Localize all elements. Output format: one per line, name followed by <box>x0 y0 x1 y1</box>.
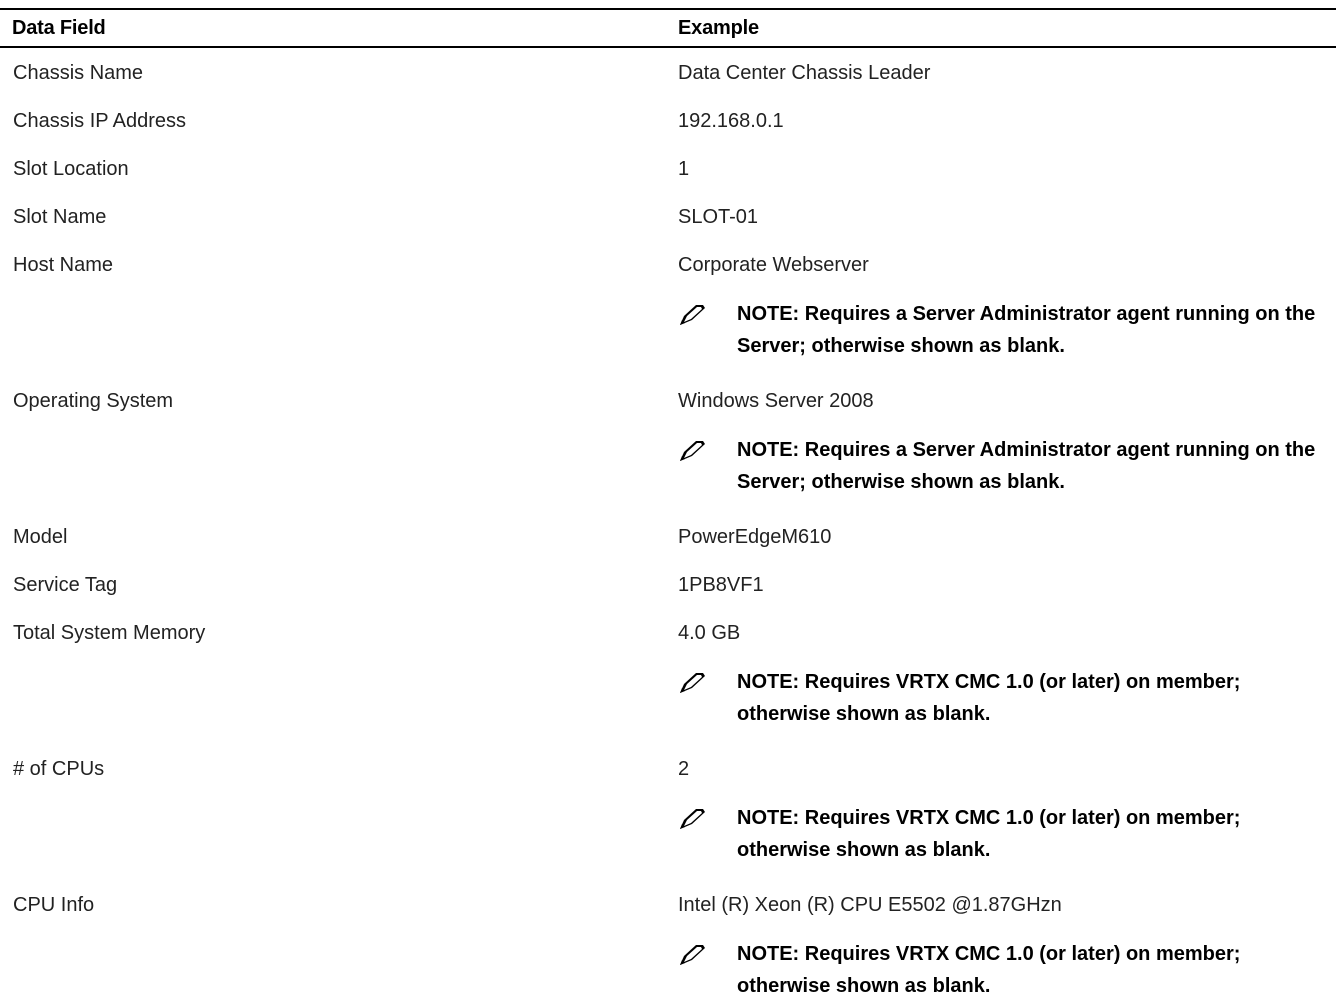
pencil-note-icon <box>680 305 705 325</box>
field-value: 2 <box>678 758 690 780</box>
field-value: Intel (R) Xeon (R) CPU E5502 @1.87GHzn <box>678 894 1062 916</box>
field-value: Windows Server 2008 <box>678 390 874 412</box>
field-label: # of CPUs <box>13 758 105 780</box>
note-text: NOTE: Requires a Server Administrator ag… <box>737 303 1316 357</box>
field-label: Slot Name <box>13 206 107 228</box>
field-label: Chassis Name <box>13 62 144 84</box>
note-text: NOTE: Requires VRTX CMC 1.0 (or later) o… <box>737 671 1241 725</box>
field-label: Chassis IP Address <box>13 110 187 132</box>
field-value: 1 <box>678 158 690 180</box>
field-value: 1PB8VF1 <box>678 574 764 596</box>
field-label: Model <box>13 526 68 548</box>
table-header: Data Field Example <box>0 8 1336 48</box>
header-data-field: Data Field <box>12 17 106 39</box>
field-value: 4.0 GB <box>678 622 741 644</box>
header-example: Example <box>678 17 759 39</box>
note-text: NOTE: Requires VRTX CMC 1.0 (or later) o… <box>737 807 1241 861</box>
note-text: NOTE: Requires a Server Administrator ag… <box>737 439 1316 493</box>
pencil-note-icon <box>680 673 705 693</box>
field-value: SLOT-01 <box>678 206 759 228</box>
field-label: Host Name <box>13 254 114 276</box>
field-value: Data Center Chassis Leader <box>678 62 931 84</box>
field-label: Slot Location <box>13 158 129 180</box>
field-value: Corporate Webserver <box>678 254 869 276</box>
pencil-note-icon <box>680 809 705 829</box>
note-text: NOTE: Requires VRTX CMC 1.0 (or later) o… <box>737 943 1241 997</box>
field-value: 192.168.0.1 <box>678 110 784 132</box>
field-label: Service Tag <box>13 574 118 596</box>
field-value: PowerEdgeM610 <box>678 526 832 548</box>
field-label: Total System Memory <box>13 622 206 644</box>
field-label: Operating System <box>13 390 174 412</box>
field-label: CPU Info <box>13 894 95 916</box>
pencil-note-icon <box>680 441 705 461</box>
pencil-note-icon <box>680 945 705 965</box>
